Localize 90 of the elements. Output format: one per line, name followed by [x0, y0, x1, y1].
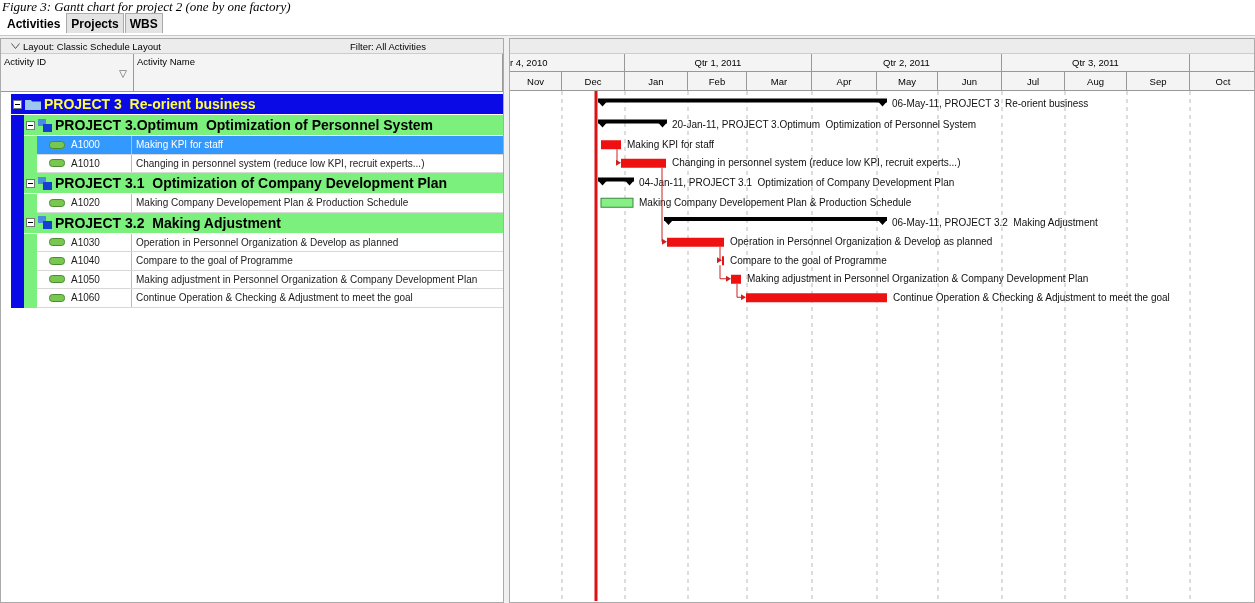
activity-bar[interactable]: [600, 197, 634, 208]
caret-icon[interactable]: [11, 43, 20, 49]
activity-id: A1010: [71, 157, 100, 169]
filter-icon[interactable]: [119, 70, 127, 78]
month-label: Sep: [1149, 75, 1167, 87]
activity-id: A1000: [71, 139, 100, 151]
month-label: Jan: [648, 75, 664, 87]
bar-label: Continue Operation & Checking & Adjustment to meet the goal: [893, 291, 1170, 303]
outline-stripe: [24, 136, 37, 155]
outline-stripe: [24, 289, 37, 308]
quarter-label: Qtr 2, 2011: [883, 57, 930, 68]
month-label: Aug: [1087, 75, 1104, 87]
month-label: Mar: [770, 75, 788, 87]
hierarchy-icon: [38, 118, 52, 132]
month-label: Oct: [1215, 75, 1231, 87]
collapse-icon[interactable]: [26, 218, 35, 227]
quarter-label: Qtr 3, 2011: [1072, 57, 1119, 68]
outline-stripe: [11, 289, 24, 308]
activity-bar-icon: [49, 293, 65, 302]
collapse-icon[interactable]: [26, 120, 35, 130]
month-label: Jun: [961, 75, 978, 87]
activity-name: Making adjustment in Personnel Organization & Company Development Plan: [136, 273, 478, 285]
activity-name: Changing in personnel system (reduce low KPI, recruit experts...): [136, 157, 425, 169]
bar-label: Changing in personnel system (reduce low KPI, recruit experts...): [672, 157, 961, 169]
activity-bar-icon: [49, 256, 65, 265]
activity-id: A1040: [71, 255, 100, 267]
activity-name: Continue Operation & Checking & Adjustment to meet the goal: [136, 292, 413, 304]
activity-bar[interactable]: [746, 293, 887, 303]
activity-row[interactable]: A1020 Making Company Developement Plan & Production Schedule: [37, 194, 503, 213]
tab[interactable]: WBS: [124, 13, 163, 33]
month-label: Feb: [708, 75, 726, 87]
activity-id: A1030: [71, 236, 100, 248]
activity-id: A1050: [71, 273, 100, 285]
bar-label: Making adjustment in Personnel Organization & Company Development Plan: [747, 273, 1089, 285]
hierarchy-icon: [38, 176, 52, 190]
outline-stripe: [24, 194, 37, 213]
collapse-icon[interactable]: [26, 178, 35, 188]
dependency-arrow: [736, 283, 746, 301]
bar-label: 20-Jan-11, PROJECT 3.Optimum Optimization of Personnel System: [672, 119, 977, 130]
tab[interactable]: Activities: [2, 13, 66, 33]
quarter-label: Qtr 1, 2011: [694, 57, 742, 68]
activity-name: Making KPI for staff: [136, 139, 224, 151]
outline-stripe: [11, 115, 24, 136]
collapse-icon[interactable]: [13, 99, 22, 109]
month-label: Nov: [527, 75, 544, 87]
activity-bar[interactable]: [667, 237, 724, 247]
activity-id: A1020: [71, 197, 100, 209]
activity-bar[interactable]: [601, 140, 621, 150]
wbs-row[interactable]: PROJECT 3.2 Making Adjustment: [24, 212, 503, 234]
activity-bar-icon: [49, 140, 65, 149]
bar-label: 04-Jan-11, PROJECT 3.1 Optimization of Company Development Plan: [639, 177, 955, 188]
activity-row[interactable]: A1060 Continue Operation & Checking & Adjustment to meet the goal: [37, 289, 503, 308]
filter-label[interactable]: Filter: All Activities: [350, 40, 427, 52]
bar-label: Operation in Personnel Organization & Develop as planned: [730, 236, 993, 248]
activity-row[interactable]: A1040 Compare to the goal of Programme: [37, 252, 503, 271]
group-name: PROJECT 3.1 Optimization of Company Development Plan: [55, 175, 448, 191]
activity-bar-icon: [49, 198, 65, 207]
bar-label: Making KPI for staff: [627, 138, 715, 150]
project-row[interactable]: PROJECT 3 Re-orient business: [11, 94, 503, 115]
hierarchy-icon: [38, 216, 52, 229]
column-header[interactable]: Activity Name: [137, 56, 196, 67]
activity-bar-icon: [49, 275, 65, 284]
activity-bar[interactable]: [621, 158, 666, 168]
activity-name: Compare to the goal of Programme: [136, 255, 293, 267]
month-label: May: [898, 75, 916, 87]
wbs-row[interactable]: PROJECT 3.Optimum Optimization of Personnel System: [24, 115, 503, 136]
group-name: PROJECT 3 Re-orient business: [44, 96, 256, 112]
activity-name: Making Company Developement Plan & Production Schedule: [136, 197, 409, 209]
layout-menu[interactable]: Layout: Classic Schedule Layout: [23, 40, 350, 52]
group-name: PROJECT 3.2 Making Adjustment: [55, 214, 281, 231]
bar-label: 06-May-11, PROJECT 3.2 Making Adjustment: [892, 216, 1098, 228]
month-label: Jul: [1026, 75, 1040, 87]
bar-label: Making Company Developement Plan & Production Schedule: [639, 196, 912, 208]
dependency-arrow: [616, 148, 621, 166]
activity-bar-icon: [49, 159, 65, 168]
activity-id: A1060: [71, 292, 100, 304]
folder-icon: [25, 98, 41, 110]
bar-label: 06-May-11, PROJECT 3 Re-orient business: [892, 98, 1089, 109]
month-label: Dec: [584, 75, 602, 87]
activity-bar-icon: [49, 238, 65, 247]
activity-name: Operation in Personnel Organization & Develop as planned: [136, 236, 399, 248]
activity-bar[interactable]: [731, 274, 741, 284]
bar-label: Compare to the goal of Programme: [730, 254, 887, 266]
wbs-row[interactable]: PROJECT 3.1 Optimization of Company Development Plan: [24, 173, 503, 194]
month-label: Apr: [836, 75, 852, 87]
column-header[interactable]: Activity ID: [4, 56, 47, 67]
figure-caption: Figure 3: Gantt chart for project 2 (one by one factory): [1, 0, 291, 14]
quarter-label: r 4, 2010: [510, 57, 548, 68]
group-name: PROJECT 3.Optimum Optimization of Personnel System: [55, 117, 434, 133]
tab[interactable]: Projects: [66, 13, 124, 33]
